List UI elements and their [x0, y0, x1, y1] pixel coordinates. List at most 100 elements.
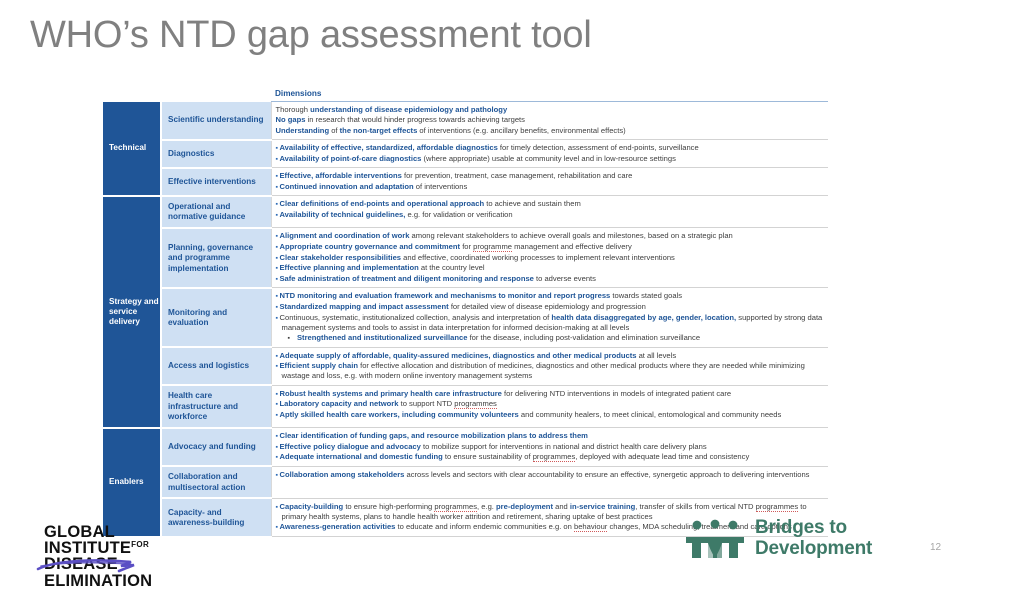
description-text: for timely detection, assessment of end-… [497, 143, 699, 153]
description-text: Effective, affordable interventions [279, 171, 402, 181]
description-text: Adequate international and domestic fund… [279, 452, 443, 462]
description-text: the non-target effects [339, 125, 418, 135]
description-line: Adequate international and domestic fund… [276, 452, 824, 463]
description-text: Strengthened and institutionalized surve… [296, 333, 468, 343]
description-text: Appropriate country governance and commi… [279, 242, 461, 252]
description-text: for delivering NTD interventions in mode… [501, 388, 732, 398]
description-line: Effective policy dialogue and advocacy t… [276, 442, 824, 452]
dimension-name-cell: Advocacy and funding [161, 427, 271, 468]
table-row: Health care infrastructure and workforce… [103, 385, 828, 429]
description-text: Standardized mapping and impact assessme… [279, 302, 449, 312]
description-text: for prevention, treatment, case manageme… [401, 171, 633, 181]
description-text: Safe administration of treatment and dil… [279, 273, 534, 283]
dimension-description-cell: Adequate supply of affordable, quality-a… [270, 347, 828, 386]
description-text: Effective planning and implementation [279, 263, 419, 273]
description-line: Efficient supply chain for effective all… [276, 361, 824, 381]
table-row: Collaboration and multisectoral action Co… [103, 466, 828, 500]
description-text: in research that would hinder progress t… [305, 115, 525, 125]
description-line: Collaboration among stakeholders across … [276, 470, 824, 480]
page-number: 12 [930, 542, 942, 553]
description-text: understanding of disease epidemiology an… [310, 105, 508, 114]
dimension-description-cell: Alignment and coordination of work among… [270, 227, 828, 289]
description-text: (where appropriate) usable at community … [421, 153, 676, 163]
dimension-description-cell: Thorough understanding of disease epidem… [270, 101, 828, 141]
description-line: Robust health systems and primary health… [276, 389, 824, 399]
dimension-name-cell: Diagnostics [161, 139, 271, 169]
description-text: of interventions [413, 181, 468, 191]
description-text: Clear identification of funding gaps, an… [279, 431, 588, 441]
description-line: Effective planning and implementation at… [276, 263, 824, 273]
description-text: Clear stakeholder responsibilities [279, 252, 402, 262]
description-line: Effective, affordable interventions for … [276, 171, 824, 181]
description-line: Understanding of the non-target effects … [276, 126, 824, 136]
description-text: Aptly skilled health care workers, inclu… [279, 409, 519, 419]
description-text: Clear definitions of end-points and oper… [279, 199, 485, 209]
description-text: behaviour [573, 522, 608, 533]
description-line: No gaps in research that would hinder pr… [276, 115, 824, 125]
description-line: Laboratory capacity and network to suppo… [276, 399, 824, 410]
description-text: to adverse events [533, 273, 596, 283]
description-text: management and effective delivery [512, 242, 632, 252]
description-text: in-service training [569, 501, 636, 511]
description-text: Continuous, systematic, institutionalize… [279, 312, 552, 322]
description-text: to ensure high-performing [343, 501, 435, 511]
dimension-description-cell: Clear definitions of end-points and oper… [270, 195, 828, 229]
description-text: Availability of point-of-care diagnostic… [279, 153, 422, 163]
description-text: Capacity-building [279, 501, 344, 511]
dimension-description-cell: Effective, affordable interventions for … [270, 167, 828, 197]
bridges-to-development-logo: Bridges to Development [684, 517, 872, 559]
description-line: Appropriate country governance and commi… [276, 242, 824, 253]
description-text: to ensure sustainability of [442, 452, 533, 462]
table-row: Planning, governance and programme imple… [103, 227, 828, 289]
table-row: Technical Scientific understanding Thoroug… [103, 101, 828, 197]
description-text: Awareness-generation activities [279, 522, 396, 532]
description-text: to support NTD [398, 399, 455, 409]
header-blank-dimension [161, 86, 271, 102]
description-text: , deployed with adequate lead time and c… [575, 452, 750, 462]
dimension-name-cell: Monitoring and evaluation [161, 287, 271, 349]
description-text: of [329, 125, 340, 135]
dimension-description-cell: Robust health systems and primary health… [270, 385, 828, 429]
table-row: Access and logistics Adequate supply of a… [103, 347, 828, 387]
category-cell: Enablers [103, 427, 162, 538]
description-text: Continued innovation and adaptation [279, 181, 414, 191]
description-text: programmes [454, 399, 497, 410]
description-text: for detailed view of disease epidemiolog… [448, 302, 646, 312]
description-text: at all levels [636, 350, 677, 360]
description-text: towards stated goals [610, 291, 683, 301]
description-text: , transfer of skills from vertical NTD [635, 501, 756, 511]
description-line: Clear identification of funding gaps, an… [276, 431, 824, 441]
description-text: programmes [532, 452, 576, 463]
description-text: No gaps [275, 115, 306, 125]
description-line: Clear stakeholder responsibilities and e… [276, 253, 824, 263]
description-line: Availability of technical guidelines, e.… [276, 210, 824, 220]
table-header-row: Dimensions [103, 86, 828, 102]
bridge-people-icon [686, 519, 744, 558]
dimension-name-cell: Effective interventions [161, 167, 271, 197]
header-blank-category [103, 86, 161, 102]
table-row: Diagnostics Availability of effective, st… [103, 139, 828, 169]
description-line: Strengthened and institutionalized surve… [276, 333, 824, 343]
description-line: Continuous, systematic, institutionalize… [276, 313, 824, 333]
description-text: programmes [434, 501, 478, 512]
description-line: Availability of effective, standardized,… [276, 143, 824, 153]
dimension-description-cell: Clear identification of funding gaps, an… [270, 427, 828, 467]
description-line: Thorough understanding of disease epidem… [276, 105, 824, 115]
description-text: Availability of effective, standardized,… [279, 143, 498, 153]
dimension-name-cell: Scientific understanding [161, 101, 271, 141]
dimension-name-cell: Health care infrastructure and workforce [161, 385, 271, 429]
description-line: Continued innovation and adaptation of i… [276, 182, 824, 192]
dimension-name-cell: Planning, governance and programme imple… [161, 227, 271, 289]
description-text: Alignment and coordination of work [279, 231, 410, 241]
gide-logo-line1: GLOBAL [44, 523, 115, 541]
description-text: Effective policy dialogue and advocacy [279, 441, 421, 451]
dimension-name-cell: Collaboration and multisectoral action [161, 466, 271, 500]
description-text: e.g. for validation or verification [405, 210, 513, 220]
dimension-description-cell: NTD monitoring and evaluation framework … [270, 287, 828, 348]
description-text: across levels and sectors with clear acc… [404, 469, 810, 479]
description-text: to educate and inform endemic communitie… [395, 522, 574, 532]
description-text: to achieve and sustain them [484, 199, 581, 209]
table-row: Monitoring and evaluation NTD monitoring … [103, 287, 828, 349]
dimension-description-cell: Collaboration among stakeholders across … [270, 466, 828, 499]
description-text: Robust health systems and primary health… [279, 388, 502, 398]
